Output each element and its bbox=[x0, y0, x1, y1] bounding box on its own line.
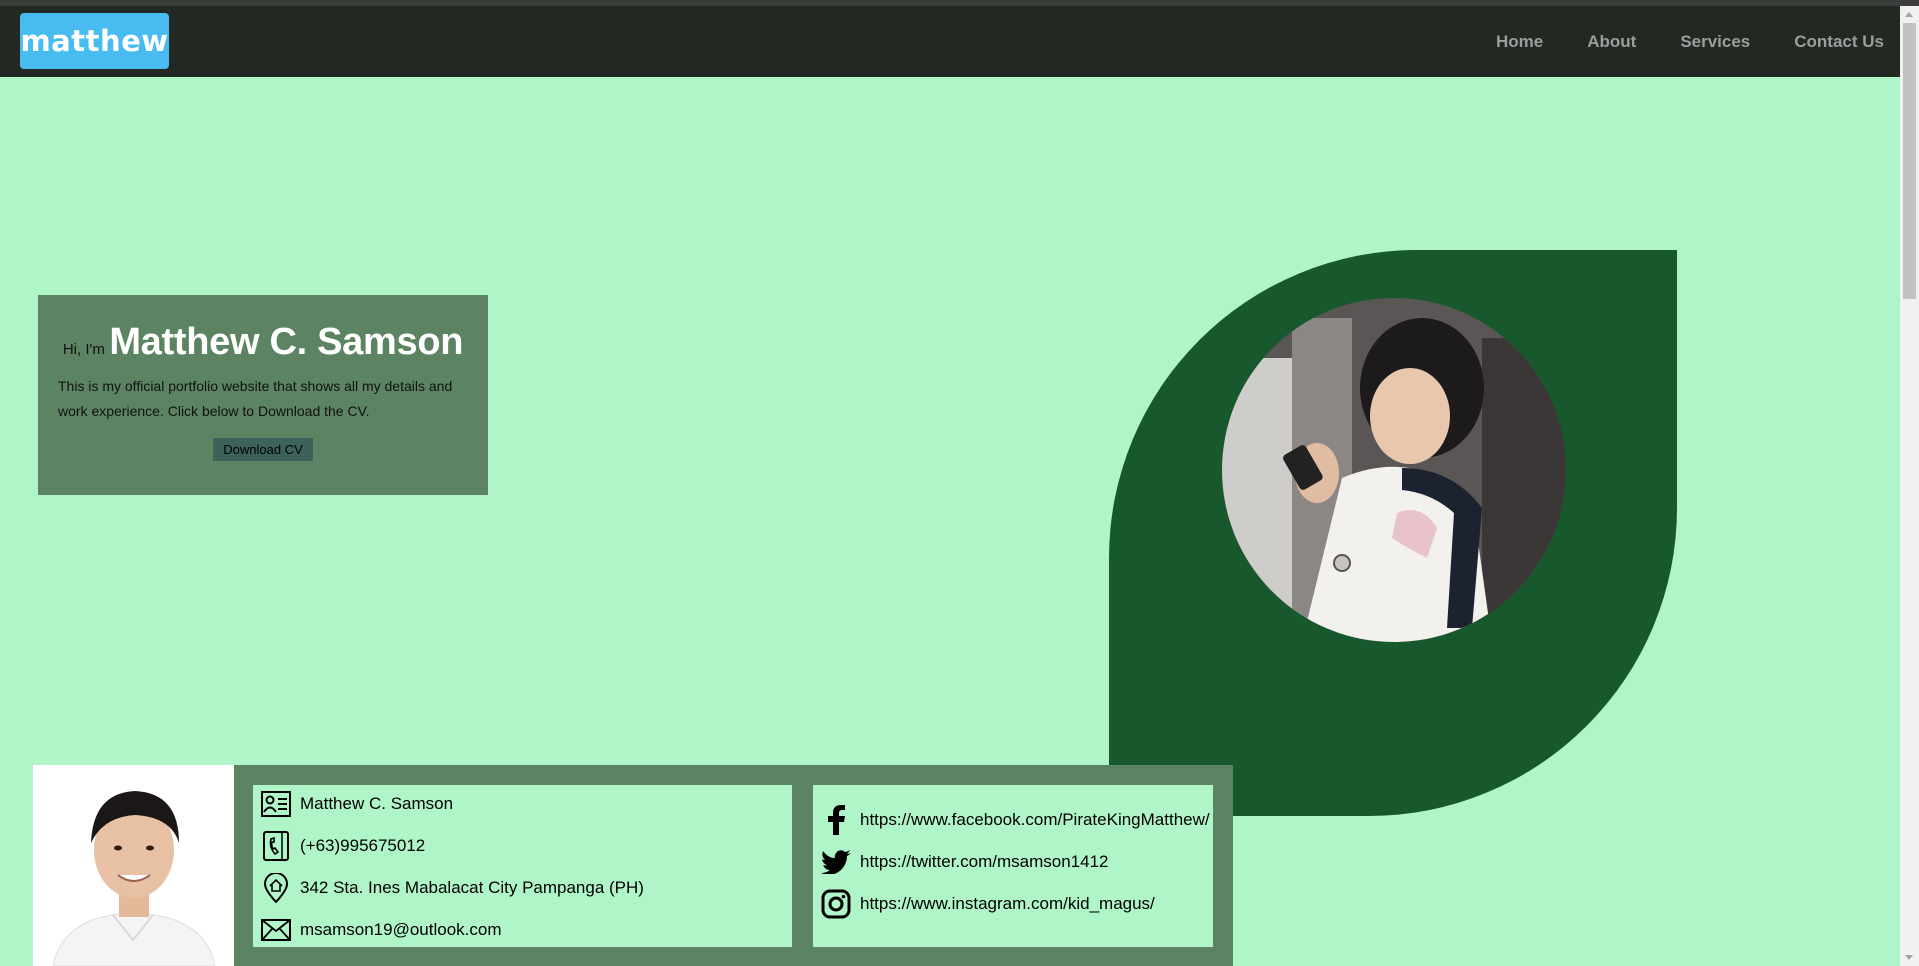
contact-email[interactable]: msamson19@outlook.com bbox=[300, 920, 502, 940]
contact-phone: (+63)995675012 bbox=[300, 836, 426, 855]
scroll-down-arrow-icon[interactable] bbox=[1905, 955, 1913, 960]
nav-services[interactable]: Services bbox=[1680, 32, 1750, 52]
id-photo-image bbox=[33, 765, 234, 966]
navbar: matthew Home About Services Contact Us bbox=[0, 6, 1900, 77]
hero-name: Matthew C. Samson bbox=[109, 321, 464, 363]
id-card-icon bbox=[261, 789, 291, 819]
contact-row-email: msamson19@outlook.com bbox=[261, 915, 502, 945]
contact-address: 342 Sta. Ines Mabalacat City Pampanga (P… bbox=[300, 878, 644, 897]
phone-icon bbox=[261, 831, 291, 861]
intro-box: Hi, I'm Matthew C. Samson This is my off… bbox=[38, 295, 488, 495]
contact-row-address: 342 Sta. Ines Mabalacat City Pampanga (P… bbox=[261, 873, 644, 903]
vertical-scrollbar[interactable] bbox=[1900, 6, 1919, 966]
twitter-link[interactable]: https://twitter.com/msamson1412 bbox=[860, 852, 1109, 872]
contact-name: Matthew C. Samson bbox=[300, 794, 454, 813]
scrollbar-thumb[interactable] bbox=[1903, 23, 1916, 299]
hero-description: This is my official portfolio website th… bbox=[58, 378, 453, 419]
profile-photo bbox=[1222, 298, 1566, 642]
profile-photo-image bbox=[1222, 298, 1566, 642]
contact-card: Matthew C. Samson (+63)995675012 342 Sta… bbox=[33, 765, 1233, 966]
instagram-icon[interactable] bbox=[821, 889, 851, 919]
greeting-text: Hi, I'm bbox=[62, 341, 105, 358]
facebook-icon[interactable] bbox=[821, 805, 851, 835]
download-cv-button[interactable]: Download CV bbox=[213, 438, 313, 461]
twitter-icon[interactable] bbox=[821, 847, 851, 877]
main-nav: Home About Services Contact Us bbox=[1452, 6, 1884, 77]
facebook-link[interactable]: https://www.facebook.com/PirateKingMatth… bbox=[860, 810, 1210, 830]
home-location-icon bbox=[261, 873, 291, 903]
nav-about[interactable]: About bbox=[1587, 32, 1636, 52]
nav-home[interactable]: Home bbox=[1496, 32, 1543, 52]
contact-row-phone: (+63)995675012 bbox=[261, 831, 425, 861]
logo[interactable]: matthew bbox=[20, 13, 169, 69]
scroll-up-arrow-icon[interactable] bbox=[1905, 12, 1913, 17]
social-row-facebook: https://www.facebook.com/PirateKingMatth… bbox=[821, 805, 1210, 835]
nav-contact-us[interactable]: Contact Us bbox=[1794, 32, 1884, 52]
social-links-panel: https://www.facebook.com/PirateKingMatth… bbox=[813, 785, 1213, 947]
envelope-icon bbox=[261, 915, 291, 945]
greeting-line: Hi, I'm Matthew C. Samson bbox=[58, 321, 468, 364]
contact-details-panel: Matthew C. Samson (+63)995675012 342 Sta… bbox=[253, 785, 792, 947]
instagram-link[interactable]: https://www.instagram.com/kid_magus/ bbox=[860, 894, 1155, 914]
contact-row-name: Matthew C. Samson bbox=[261, 789, 453, 819]
id-photo bbox=[33, 765, 234, 966]
social-row-twitter: https://twitter.com/msamson1412 bbox=[821, 847, 1109, 877]
social-row-instagram: https://www.instagram.com/kid_magus/ bbox=[821, 889, 1155, 919]
